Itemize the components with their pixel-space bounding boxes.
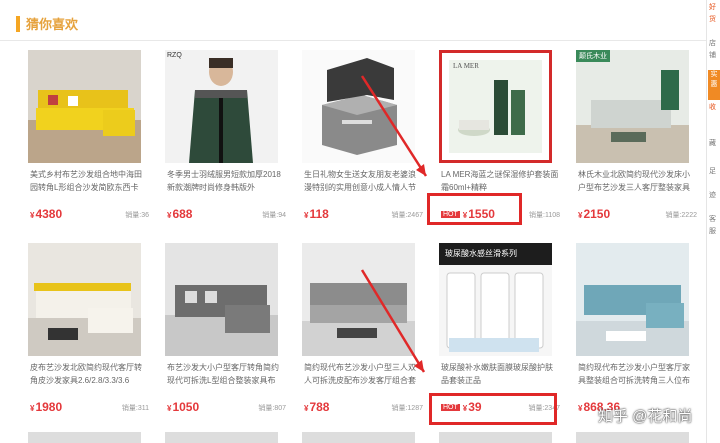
- highlight-box-price: [427, 193, 522, 225]
- sidebar-item[interactable]: 好: [709, 4, 720, 12]
- sidebar-item[interactable]: 收: [709, 104, 720, 112]
- sidebar-item[interactable]: 铺: [709, 52, 720, 60]
- sidebar-item[interactable]: 迹: [709, 192, 720, 200]
- sidebar-item[interactable]: 服: [709, 228, 720, 236]
- sidebar-active-block[interactable]: 实惠: [708, 70, 720, 100]
- right-sidebar: 好 货 店 铺 实惠 收 藏 足 迹 客 服: [706, 0, 720, 443]
- sidebar-item[interactable]: 藏: [709, 140, 720, 148]
- highlight-box-price: [429, 393, 557, 425]
- watermark: 知乎 @花和尚: [598, 408, 693, 425]
- sidebar-item[interactable]: 店: [709, 40, 720, 48]
- annotation-arrows: [360, 75, 428, 373]
- sidebar-item[interactable]: 货: [709, 16, 720, 24]
- sidebar-item[interactable]: 客: [709, 216, 720, 224]
- sidebar-item[interactable]: 足: [709, 168, 720, 176]
